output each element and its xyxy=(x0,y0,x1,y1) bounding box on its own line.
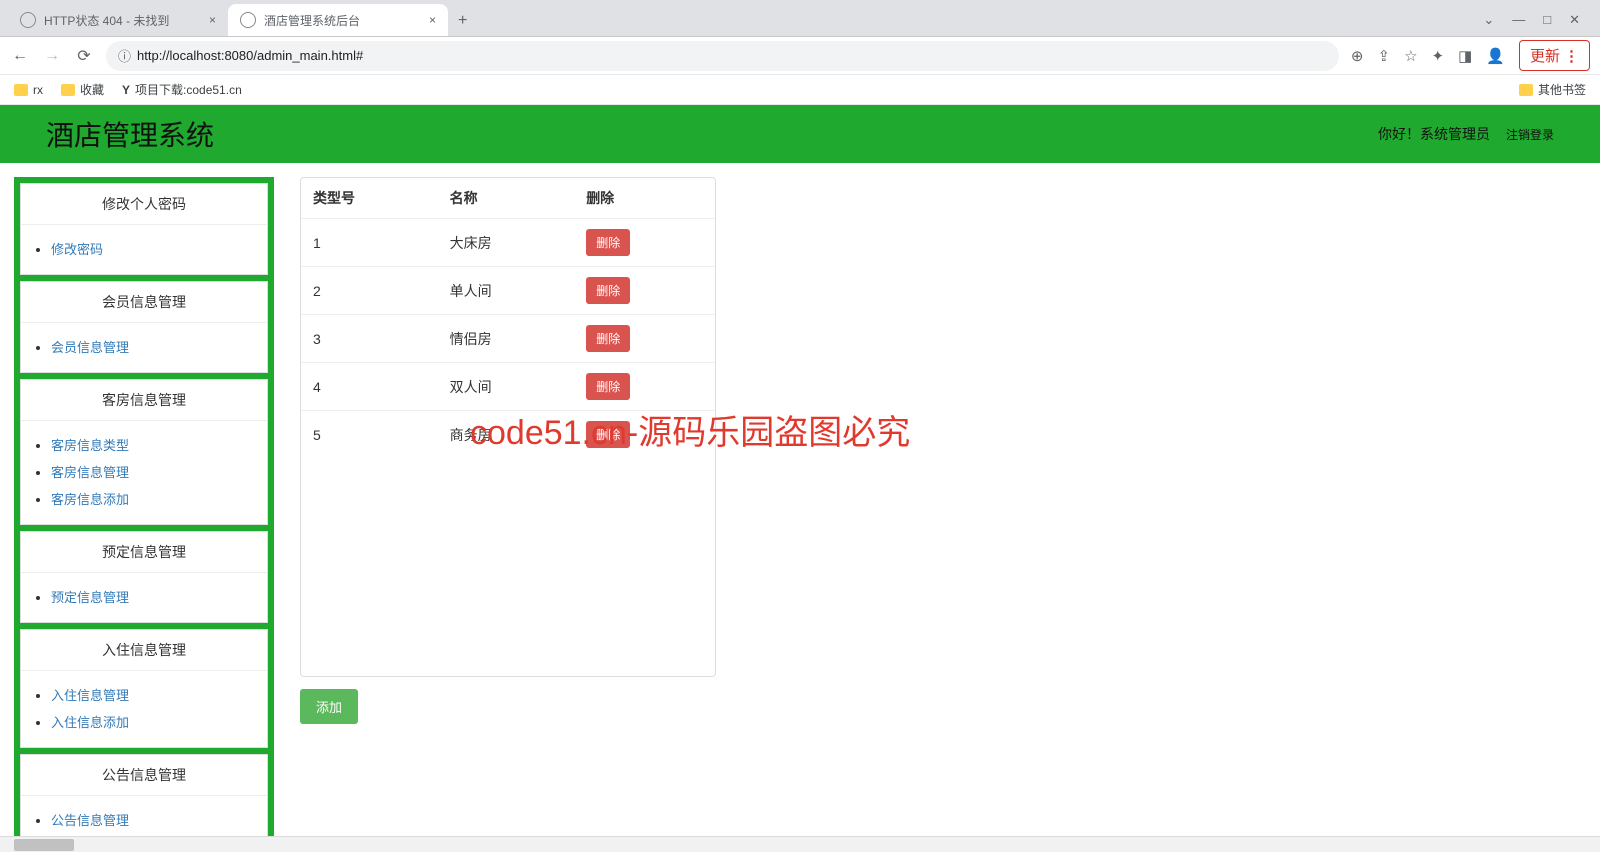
cell-action: 删除 xyxy=(574,411,715,459)
sidebar-panel: 预定信息管理预定信息管理 xyxy=(20,531,268,623)
cell-name: 商务房 xyxy=(438,411,575,459)
delete-button[interactable]: 删除 xyxy=(586,277,630,304)
sidebar-link[interactable]: 公告信息管理 xyxy=(51,813,129,828)
sidebar-link[interactable]: 客房信息添加 xyxy=(51,492,129,507)
back-icon[interactable]: ← xyxy=(10,47,30,65)
cell-action: 删除 xyxy=(574,267,715,315)
sidebar-panel: 修改个人密码修改密码 xyxy=(20,183,268,275)
folder-icon xyxy=(1519,84,1533,96)
app-header: 酒店管理系统 你好！系统管理员 注销登录 xyxy=(0,105,1600,163)
panel-title: 会员信息管理 xyxy=(21,282,267,323)
globe-icon xyxy=(240,12,256,28)
greeting-text: 你好！系统管理员 xyxy=(1378,124,1490,144)
cell-action: 删除 xyxy=(574,315,715,363)
url-text: http://localhost:8080/admin_main.html# xyxy=(137,48,363,63)
add-button[interactable]: 添加 xyxy=(300,689,358,724)
browser-tab-1[interactable]: 酒店管理系统后台 × xyxy=(228,4,448,36)
minimize-icon[interactable]: — xyxy=(1512,12,1525,28)
profile-icon[interactable]: 👤 xyxy=(1486,47,1505,65)
cell-name: 大床房 xyxy=(438,219,575,267)
bookmarks-bar: rx 收藏 Y项目下载:code51.cn 其他书签 xyxy=(0,75,1600,105)
table-row: 5商务房删除 xyxy=(301,411,715,459)
sidebar-panel: 入住信息管理入住信息管理入住信息添加 xyxy=(20,629,268,748)
cell-id: 3 xyxy=(301,315,438,363)
browser-tab-0[interactable]: HTTP状态 404 - 未找到 × xyxy=(8,4,228,36)
page-content: 酒店管理系统 你好！系统管理员 注销登录 修改个人密码修改密码会员信息管理会员信… xyxy=(0,105,1600,852)
star-icon[interactable]: ☆ xyxy=(1404,47,1417,65)
forward-icon[interactable]: → xyxy=(42,47,62,65)
folder-icon xyxy=(14,84,28,96)
close-window-icon[interactable]: ✕ xyxy=(1569,12,1580,28)
main-panel: 类型号 名称 删除 1大床房删除2单人间删除3情侣房删除4双人间删除5商务房删除… xyxy=(300,177,716,724)
cell-id: 1 xyxy=(301,219,438,267)
tab-strip: HTTP状态 404 - 未找到 × 酒店管理系统后台 × + ⌄ — □ ✕ xyxy=(0,0,1600,37)
sidebar-link[interactable]: 会员信息管理 xyxy=(51,340,129,355)
cell-name: 双人间 xyxy=(438,363,575,411)
table-scroll[interactable]: 类型号 名称 删除 1大床房删除2单人间删除3情侣房删除4双人间删除5商务房删除 xyxy=(301,178,715,676)
delete-button[interactable]: 删除 xyxy=(586,421,630,448)
panel-title: 公告信息管理 xyxy=(21,755,267,796)
folder-icon xyxy=(61,84,75,96)
side-panel-icon[interactable]: ◨ xyxy=(1458,47,1472,65)
update-button[interactable]: 更新⋮ xyxy=(1519,40,1590,71)
tab-title: 酒店管理系统后台 xyxy=(264,12,421,29)
cell-action: 删除 xyxy=(574,219,715,267)
info-icon[interactable]: ⓘ xyxy=(118,46,131,65)
sidebar-link[interactable]: 修改密码 xyxy=(51,242,103,257)
sidebar-link[interactable]: 客房信息类型 xyxy=(51,438,129,453)
address-bar[interactable]: ⓘ http://localhost:8080/admin_main.html# xyxy=(106,41,1339,71)
bookmark-rx[interactable]: rx xyxy=(14,83,43,97)
horizontal-scrollbar[interactable] xyxy=(0,836,1600,852)
cell-name: 单人间 xyxy=(438,267,575,315)
col-name: 名称 xyxy=(438,178,575,219)
globe-icon xyxy=(20,12,36,28)
maximize-icon[interactable]: □ xyxy=(1543,12,1551,28)
close-icon[interactable]: × xyxy=(429,13,436,27)
panel-title: 入住信息管理 xyxy=(21,630,267,671)
sidebar-link[interactable]: 入住信息添加 xyxy=(51,715,129,730)
room-type-table: 类型号 名称 删除 1大床房删除2单人间删除3情侣房删除4双人间删除5商务房删除 xyxy=(301,178,715,458)
other-bookmarks[interactable]: 其他书签 xyxy=(1519,81,1586,98)
bookmark-code51[interactable]: Y项目下载:code51.cn xyxy=(122,81,242,98)
sidebar: 修改个人密码修改密码会员信息管理会员信息管理客房信息管理客房信息类型客房信息管理… xyxy=(14,177,274,852)
window-controls: ⌄ — □ ✕ xyxy=(1483,12,1592,36)
cell-id: 2 xyxy=(301,267,438,315)
table-row: 3情侣房删除 xyxy=(301,315,715,363)
panel-title: 修改个人密码 xyxy=(21,184,267,225)
sidebar-link[interactable]: 客房信息管理 xyxy=(51,465,129,480)
delete-button[interactable]: 删除 xyxy=(586,229,630,256)
sidebar-panel: 会员信息管理会员信息管理 xyxy=(20,281,268,373)
panel-title: 预定信息管理 xyxy=(21,532,267,573)
address-bar-row: ← → ⟳ ⓘ http://localhost:8080/admin_main… xyxy=(0,37,1600,75)
tab-title: HTTP状态 404 - 未找到 xyxy=(44,12,201,29)
sidebar-panel: 客房信息管理客房信息类型客房信息管理客房信息添加 xyxy=(20,379,268,525)
panel-title: 客房信息管理 xyxy=(21,380,267,421)
bookmark-favorites[interactable]: 收藏 xyxy=(61,81,104,98)
logout-link[interactable]: 注销登录 xyxy=(1506,126,1554,143)
app-title: 酒店管理系统 xyxy=(46,114,214,154)
col-delete: 删除 xyxy=(574,178,715,219)
cell-action: 删除 xyxy=(574,363,715,411)
table-container: 类型号 名称 删除 1大床房删除2单人间删除3情侣房删除4双人间删除5商务房删除 xyxy=(300,177,716,677)
cell-name: 情侣房 xyxy=(438,315,575,363)
new-tab-button[interactable]: + xyxy=(448,6,477,36)
extensions-icon[interactable]: ✦ xyxy=(1432,47,1445,65)
cell-id: 4 xyxy=(301,363,438,411)
share-icon[interactable]: ⇪ xyxy=(1378,47,1391,65)
reload-icon[interactable]: ⟳ xyxy=(74,46,94,66)
col-id: 类型号 xyxy=(301,178,438,219)
toolbar-icons: ⊕ ⇪ ☆ ✦ ◨ 👤 更新⋮ xyxy=(1351,40,1590,71)
table-row: 2单人间删除 xyxy=(301,267,715,315)
close-icon[interactable]: × xyxy=(209,13,216,27)
cell-id: 5 xyxy=(301,411,438,459)
chevron-down-icon[interactable]: ⌄ xyxy=(1483,12,1494,28)
search-icon[interactable]: ⊕ xyxy=(1351,47,1364,65)
delete-button[interactable]: 删除 xyxy=(586,325,630,352)
delete-button[interactable]: 删除 xyxy=(586,373,630,400)
sidebar-link[interactable]: 入住信息管理 xyxy=(51,688,129,703)
table-row: 1大床房删除 xyxy=(301,219,715,267)
sidebar-link[interactable]: 预定信息管理 xyxy=(51,590,129,605)
table-row: 4双人间删除 xyxy=(301,363,715,411)
